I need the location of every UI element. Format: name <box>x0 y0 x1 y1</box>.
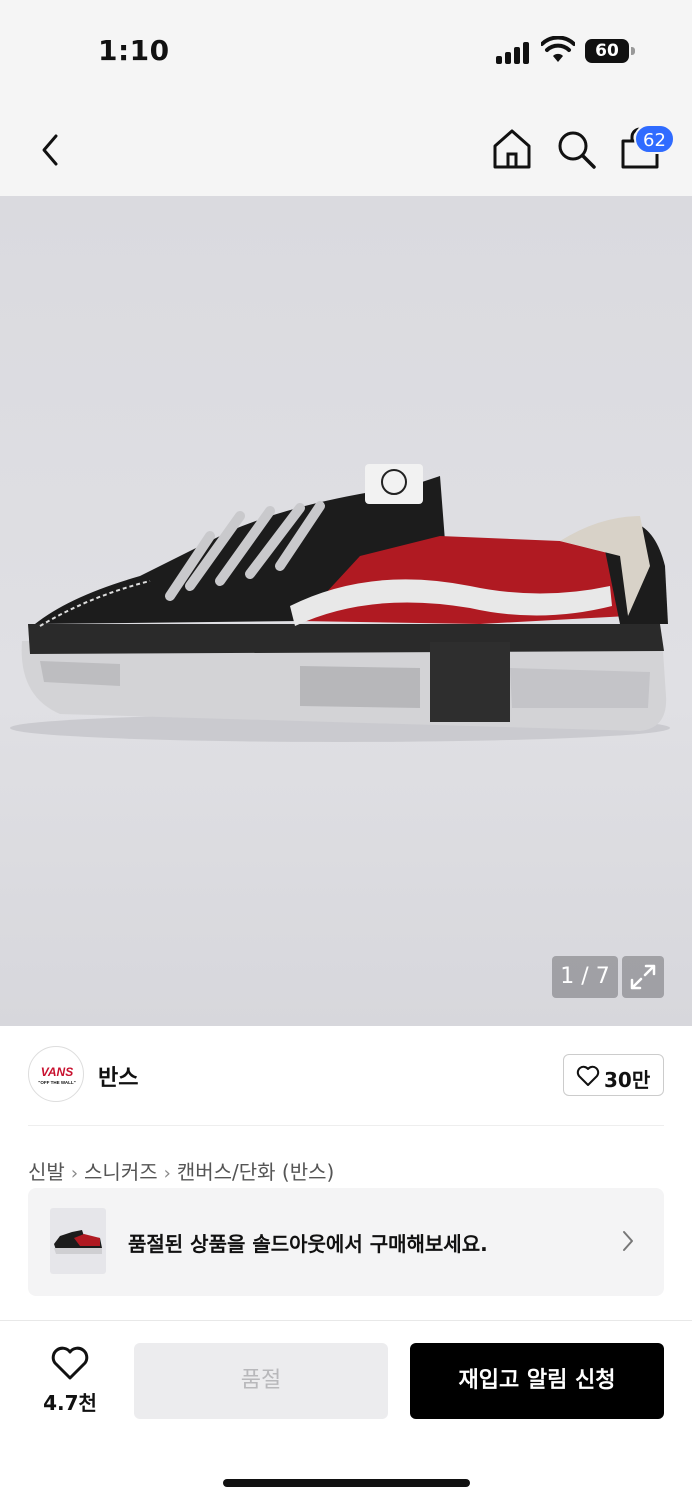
heart-icon <box>576 1065 600 1086</box>
brand-logo[interactable]: VANS "OFF THE WALL" <box>28 1046 84 1102</box>
wishlist-heart-icon[interactable] <box>50 1345 90 1381</box>
soldout-promo-banner[interactable]: 품절된 상품을 솔드아웃에서 구매해보세요. <box>28 1188 664 1296</box>
chevron-right-icon: › <box>70 1163 79 1184</box>
cart-count-badge: 62 <box>634 124 675 154</box>
soldout-button: 품절 <box>134 1343 388 1419</box>
breadcrumb: 신발 › 스니커즈 › 캔버스/단화 (반스) <box>28 1156 334 1185</box>
chevron-right-icon <box>623 1231 633 1251</box>
chevron-right-icon: › <box>163 1163 171 1184</box>
home-indicator[interactable] <box>223 1479 470 1487</box>
wishlist-count: 4.7천 <box>43 1391 97 1415</box>
top-nav-bar <box>0 100 692 196</box>
back-arrow-icon[interactable] <box>32 128 72 172</box>
search-icon[interactable] <box>554 126 598 172</box>
restock-alert-button[interactable]: 재입고 알림 신청 <box>410 1343 664 1419</box>
breadcrumb-item[interactable]: 스니커즈 <box>84 1160 158 1184</box>
status-time: 1:10 <box>98 34 170 67</box>
status-bar: 1:10 60 <box>0 0 692 100</box>
battery-icon: 60 <box>585 39 635 63</box>
home-icon[interactable] <box>490 126 534 172</box>
wifi-icon <box>541 36 575 62</box>
breadcrumb-item[interactable]: 신발 <box>28 1160 65 1184</box>
expand-icon <box>630 964 656 990</box>
svg-text:VANS: VANS <box>41 1065 73 1079</box>
bottom-action-bar: 4.7천 품절 재입고 알림 신청 <box>0 1320 692 1500</box>
expand-image-button[interactable] <box>622 956 664 998</box>
brand-like-button[interactable]: 30만 <box>563 1054 664 1096</box>
image-page-indicator: 1 / 7 <box>552 956 618 998</box>
soldout-product-thumbnail <box>50 1208 106 1274</box>
brand-name[interactable]: 반스 <box>98 1060 138 1092</box>
brand-like-count: 30만 <box>604 1068 651 1092</box>
product-image-gallery[interactable]: 1 / 7 <box>0 196 692 1026</box>
brand-row: VANS "OFF THE WALL" 반스 30만 <box>28 1026 664 1126</box>
svg-text:"OFF THE WALL": "OFF THE WALL" <box>38 1080 76 1085</box>
breadcrumb-item[interactable]: 캔버스/단화 (반스) <box>177 1160 335 1184</box>
cellular-signal-icon <box>496 40 532 64</box>
product-image <box>10 464 670 742</box>
battery-level: 60 <box>585 39 629 63</box>
soldout-promo-text: 품절된 상품을 솔드아웃에서 구매해보세요. <box>128 1232 488 1256</box>
